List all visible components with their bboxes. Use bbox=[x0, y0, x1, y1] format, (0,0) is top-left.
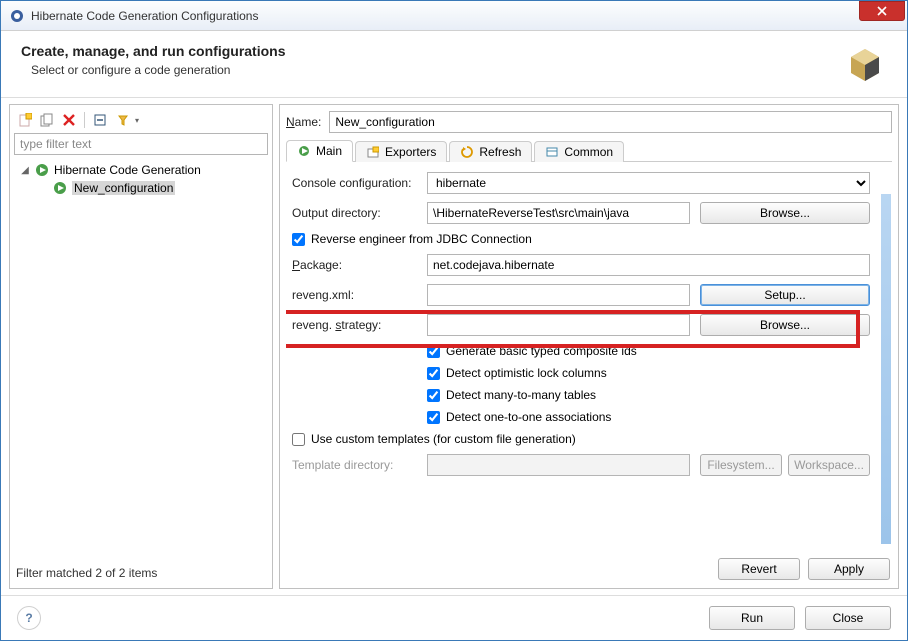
reverse-engineer-row[interactable]: Reverse engineer from JDBC Connection bbox=[292, 232, 870, 246]
tab-exporters[interactable]: Exporters bbox=[355, 141, 447, 162]
duplicate-button[interactable] bbox=[38, 111, 56, 129]
header-subtitle: Select or configure a code generation bbox=[21, 63, 286, 77]
titlebar: Hibernate Code Generation Configurations bbox=[1, 1, 907, 31]
tab-common-label: Common bbox=[564, 145, 613, 159]
right-panel: Name: Main Exporters Refresh bbox=[279, 104, 899, 589]
revert-button[interactable]: Revert bbox=[718, 558, 800, 580]
header-title: Create, manage, and run configurations bbox=[21, 43, 286, 59]
reveng-xml-input[interactable] bbox=[427, 284, 690, 306]
app-icon bbox=[9, 8, 25, 24]
optimistic-lock-row[interactable]: Detect optimistic lock columns bbox=[292, 366, 870, 380]
toolbar-separator bbox=[84, 112, 85, 128]
hibernate-run-icon bbox=[34, 162, 50, 178]
reveng-xml-label: reveng.xml: bbox=[292, 288, 417, 302]
tab-refresh-label: Refresh bbox=[479, 145, 521, 159]
filesystem-button: Filesystem... bbox=[700, 454, 782, 476]
tab-refresh[interactable]: Refresh bbox=[449, 141, 532, 162]
filter-status-text: Filter matched 2 of 2 items bbox=[14, 562, 268, 584]
output-dir-browse-button[interactable]: Browse... bbox=[700, 202, 870, 224]
collapse-all-button[interactable] bbox=[91, 111, 109, 129]
apply-button[interactable]: Apply bbox=[808, 558, 890, 580]
name-input[interactable] bbox=[329, 111, 892, 133]
output-dir-input[interactable] bbox=[427, 202, 690, 224]
window-close-button[interactable] bbox=[859, 1, 905, 21]
config-tree[interactable]: ◢ Hibernate Code Generation New_configur… bbox=[14, 159, 268, 562]
package-input[interactable] bbox=[427, 254, 870, 276]
one-to-one-checkbox[interactable] bbox=[427, 411, 440, 424]
one-to-one-row[interactable]: Detect one-to-one associations bbox=[292, 410, 870, 424]
exporters-tab-icon bbox=[366, 145, 380, 159]
run-button[interactable]: Run bbox=[709, 606, 795, 630]
package-label: Package: bbox=[292, 258, 417, 272]
template-dir-input bbox=[427, 454, 690, 476]
hibernate-run-icon bbox=[52, 180, 68, 196]
footer-buttons: Run Close bbox=[709, 606, 891, 630]
main-tab-content: Console configuration: hibernate Output … bbox=[286, 162, 892, 550]
reveng-setup-button[interactable]: Setup... bbox=[700, 284, 870, 306]
dialog-window: Hibernate Code Generation Configurations… bbox=[0, 0, 908, 641]
reveng-strategy-browse-button[interactable]: Browse... bbox=[700, 314, 870, 336]
close-button[interactable]: Close bbox=[805, 606, 891, 630]
tree-collapse-icon[interactable]: ◢ bbox=[20, 165, 30, 176]
name-row: Name: bbox=[286, 111, 892, 133]
delete-button[interactable] bbox=[60, 111, 78, 129]
tree-root-row[interactable]: ◢ Hibernate Code Generation bbox=[16, 161, 266, 179]
filter-button[interactable] bbox=[113, 111, 131, 129]
workspace-button: Workspace... bbox=[788, 454, 870, 476]
left-toolbar: ▾ bbox=[14, 109, 268, 133]
header-logo-icon bbox=[843, 43, 887, 87]
refresh-tab-icon bbox=[460, 145, 474, 159]
tree-root-label: Hibernate Code Generation bbox=[54, 163, 201, 177]
tab-main[interactable]: Main bbox=[286, 140, 353, 162]
vertical-scrollbar[interactable] bbox=[881, 194, 891, 544]
reverse-engineer-label: Reverse engineer from JDBC Connection bbox=[311, 232, 532, 246]
dropdown-arrow-icon[interactable]: ▾ bbox=[135, 116, 139, 125]
optimistic-lock-label: Detect optimistic lock columns bbox=[446, 366, 607, 380]
main-tab-icon bbox=[297, 144, 311, 158]
tab-exporters-label: Exporters bbox=[385, 145, 436, 159]
reverse-engineer-checkbox[interactable] bbox=[292, 233, 305, 246]
tabs-row: Main Exporters Refresh Common bbox=[286, 139, 892, 162]
header-area: Create, manage, and run configurations S… bbox=[1, 31, 907, 98]
basic-ids-row[interactable]: Generate basic typed composite ids bbox=[292, 344, 870, 358]
output-dir-label: Output directory: bbox=[292, 206, 417, 220]
name-label: Name: bbox=[286, 115, 321, 129]
new-config-button[interactable] bbox=[16, 111, 34, 129]
body-area: ▾ ◢ Hibernate Code Generation New_config… bbox=[1, 98, 907, 595]
left-panel: ▾ ◢ Hibernate Code Generation New_config… bbox=[9, 104, 273, 589]
help-button[interactable]: ? bbox=[17, 606, 41, 630]
console-config-select[interactable]: hibernate bbox=[427, 172, 870, 194]
custom-templates-checkbox[interactable] bbox=[292, 433, 305, 446]
basic-ids-checkbox[interactable] bbox=[427, 345, 440, 358]
tree-child-row[interactable]: New_configuration bbox=[16, 179, 266, 197]
tab-main-label: Main bbox=[316, 144, 342, 158]
optimistic-lock-checkbox[interactable] bbox=[427, 367, 440, 380]
basic-ids-label: Generate basic typed composite ids bbox=[446, 344, 637, 358]
many-to-many-checkbox[interactable] bbox=[427, 389, 440, 402]
window-title: Hibernate Code Generation Configurations bbox=[31, 9, 859, 23]
console-config-label: Console configuration: bbox=[292, 176, 417, 190]
panel-button-row: Revert Apply bbox=[286, 550, 892, 582]
reveng-strategy-label: reveng. strategy: bbox=[292, 318, 417, 332]
template-dir-label: Template directory: bbox=[292, 458, 417, 472]
many-to-many-label: Detect many-to-many tables bbox=[446, 388, 596, 402]
filter-text-input[interactable] bbox=[14, 133, 268, 155]
footer-bar: ? Run Close bbox=[1, 595, 907, 640]
tab-common[interactable]: Common bbox=[534, 141, 624, 162]
header-text: Create, manage, and run configurations S… bbox=[21, 43, 286, 77]
one-to-one-label: Detect one-to-one associations bbox=[446, 410, 611, 424]
many-to-many-row[interactable]: Detect many-to-many tables bbox=[292, 388, 870, 402]
reveng-strategy-input[interactable] bbox=[427, 314, 690, 336]
custom-templates-label: Use custom templates (for custom file ge… bbox=[311, 432, 576, 446]
custom-templates-row[interactable]: Use custom templates (for custom file ge… bbox=[292, 432, 870, 446]
tree-child-label: New_configuration bbox=[72, 181, 175, 195]
common-tab-icon bbox=[545, 145, 559, 159]
